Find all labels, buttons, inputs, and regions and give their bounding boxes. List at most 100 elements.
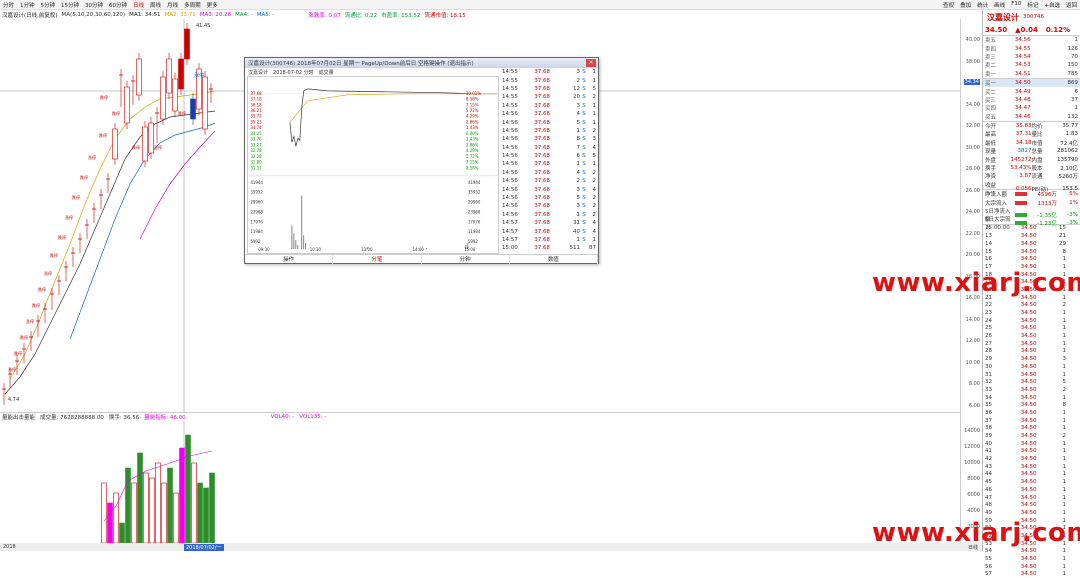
bid-book: 买一 34.50 869 买二 34.49 6 买三 34.48 37 买四 34.47 1 买五 34.… [983, 77, 1080, 121]
popup-tick-time: 14:56 [502, 161, 518, 168]
tab-8[interactable]: 月线 [164, 1, 181, 9]
mini-vol-label-right: 17976 [468, 219, 481, 224]
tick-row: 43 34.50 1 [983, 463, 1080, 471]
mini-vol-label-right: 29960 [468, 200, 481, 205]
tab-0[interactable]: 分时 [0, 1, 17, 9]
popup-tick-dir: S [582, 178, 586, 185]
tick-qty: 1 [1062, 502, 1067, 509]
tool-0[interactable]: 查权 [940, 1, 957, 9]
tab-9[interactable]: 多周期 [181, 1, 204, 9]
candles-group: 跌停涨停跌停跌停涨停跌停跌停涨停跌停跌停涨停跌停跌停涨停跌停跌停 涨停跌停跌停 [2, 23, 213, 405]
mini-price-label: 37.18 [250, 97, 262, 102]
tool-6[interactable]: +自选 [1041, 1, 1063, 9]
mini-vol-label-right: 5992 [468, 239, 479, 244]
candle [64, 261, 68, 281]
tick-row: 33 34.50 2 [983, 386, 1080, 394]
tick-time: 49 [985, 509, 992, 516]
popup-tick-price: 37.68 [534, 220, 550, 227]
tick-row: 30 34.50 1 [983, 363, 1080, 371]
popup-tick-price: 37.68 [534, 119, 550, 126]
tick-price: 34.50 [1020, 417, 1037, 424]
popup-date: 2018-07-02 分时 [273, 69, 314, 76]
volume-bar [191, 462, 197, 543]
tab-6[interactable]: 日线 [130, 1, 147, 9]
volume-bar [173, 492, 179, 543]
popup-tab-1[interactable]: 分笔 [333, 255, 422, 264]
tick-row: 31 34.50 1 [983, 371, 1080, 379]
tool-4[interactable]: F10 [1008, 1, 1024, 9]
mini-time-label: 09:30 [258, 247, 270, 252]
tool-3[interactable]: 画线 [991, 1, 1008, 9]
watermark-2: www.xiarj.com [872, 518, 1080, 548]
tab-10[interactable]: 更多 [204, 1, 221, 9]
tick-price: 34.50 [1020, 463, 1037, 470]
tool-1[interactable]: 叠加 [957, 1, 974, 9]
popup-titlebar[interactable]: 汉嘉设计(300746) 2018年07月02日 星期一 PageUp/Down… [245, 58, 598, 68]
limit-tag: 跌停 [100, 94, 108, 100]
flow-bar [1015, 200, 1027, 205]
stat-value: 3827 [1017, 148, 1032, 155]
price-tick: 38.00 [965, 58, 980, 65]
tab-4[interactable]: 30分钟 [82, 1, 106, 9]
tool-5[interactable]: 标记 [1024, 1, 1041, 9]
popup-tick-num: 1 [592, 237, 597, 243]
tick-time: 55 [985, 556, 992, 562]
popup-tick-dir: S [582, 94, 586, 101]
intraday-popup[interactable]: 汉嘉设计(300746) 2018年07月02日 星期一 PageUp/Down… [244, 57, 599, 264]
tab-1[interactable]: 1分钟 [17, 1, 38, 9]
intraday-chart[interactable]: 37.6837.1836.1836.2135.7235.2334.7434.25… [247, 76, 499, 254]
popup-tick-time: 14:55 [502, 69, 518, 76]
ask-qty: 1 [1074, 37, 1078, 44]
stat-value: 1.83 [1065, 131, 1078, 138]
popup-tab-0[interactable]: 操作 [245, 255, 334, 264]
stat-label: 净资 [985, 174, 997, 181]
stat-value: 145272 [1010, 156, 1032, 163]
popup-tick-time: 14:56 [502, 136, 518, 143]
year-label: 2018 [3, 544, 16, 550]
volume-bar [149, 477, 155, 543]
popup-tab-3[interactable]: 数值 [510, 255, 598, 264]
limit-tag: 跌停 [132, 144, 140, 150]
popup-tick-row: 14:56 37.68 5 S 2 [501, 194, 597, 202]
bid-qty: 869 [1067, 80, 1078, 87]
extra3-value: 市盈率: 153.52 [381, 12, 421, 19]
popup-tick-row: 14:55 37.68 20 S 2 [501, 93, 597, 101]
popup-tick-row: 14:56 37.68 3 S 2 [501, 202, 597, 210]
ma-line-5 [4, 110, 216, 395]
low-label: 4.74 [8, 397, 19, 403]
tick-row: 29 34.50 3 [983, 355, 1080, 363]
popup-tick-price: 37.68 [534, 211, 550, 218]
ma4-value: MA4: - [235, 11, 253, 18]
stat-value: 53.43% [1010, 165, 1032, 172]
extra4-value: 流通市值: 18.15 [424, 12, 466, 19]
tool-7[interactable]: 返回 [1063, 1, 1080, 9]
tick-row: 16 34.50 1 [983, 255, 1080, 263]
tick-row: 26 34.50 1 [983, 332, 1080, 340]
tick-row: 49 34.50 1 [983, 509, 1080, 517]
candle [148, 117, 154, 159]
tab-7[interactable]: 周线 [147, 1, 164, 9]
popup-tick-num: 2 [592, 169, 597, 176]
mini-vol-label: 11984 [250, 229, 263, 234]
limit-up-tag: 涨停 [194, 72, 204, 79]
volume-bar [143, 472, 149, 543]
tick-row: 24 34.50 1 [983, 317, 1080, 325]
tab-5[interactable]: 60分钟 [106, 1, 130, 9]
popup-tick-price: 37.68 [534, 144, 550, 151]
tick-row: 13 34.50 21 [983, 232, 1080, 240]
close-icon[interactable]: × [586, 59, 596, 67]
hand-value: 换手: 36.56 [108, 415, 140, 421]
tick-time: 45 [985, 479, 992, 486]
popup-tick-num: 1 [592, 102, 597, 109]
volume-chart[interactable] [0, 421, 960, 543]
popup-tick-qty: 7 [576, 144, 581, 151]
mini-price-label: 35.72 [250, 114, 262, 119]
tool-2[interactable]: 统计 [974, 1, 991, 9]
tab-2[interactable]: 5分钟 [38, 1, 59, 9]
money-flow: 净流入额 4596万 5% 大宗流入 1313万 1% 5日净流入额 -1.35亿 -3% 5日大… [983, 189, 1080, 231]
popup-tab-2[interactable]: 分钟 [422, 255, 510, 264]
tab-3[interactable]: 15分钟 [58, 1, 82, 9]
tick-row: 15 34.50 8 [983, 248, 1080, 256]
popup-tick-list[interactable]: 14:55 37.68 3 S 1 14:55 37.68 2 S 1 14:55 37.68 12 S 5… [501, 68, 597, 254]
popup-tick-time: 14:56 [502, 203, 518, 210]
